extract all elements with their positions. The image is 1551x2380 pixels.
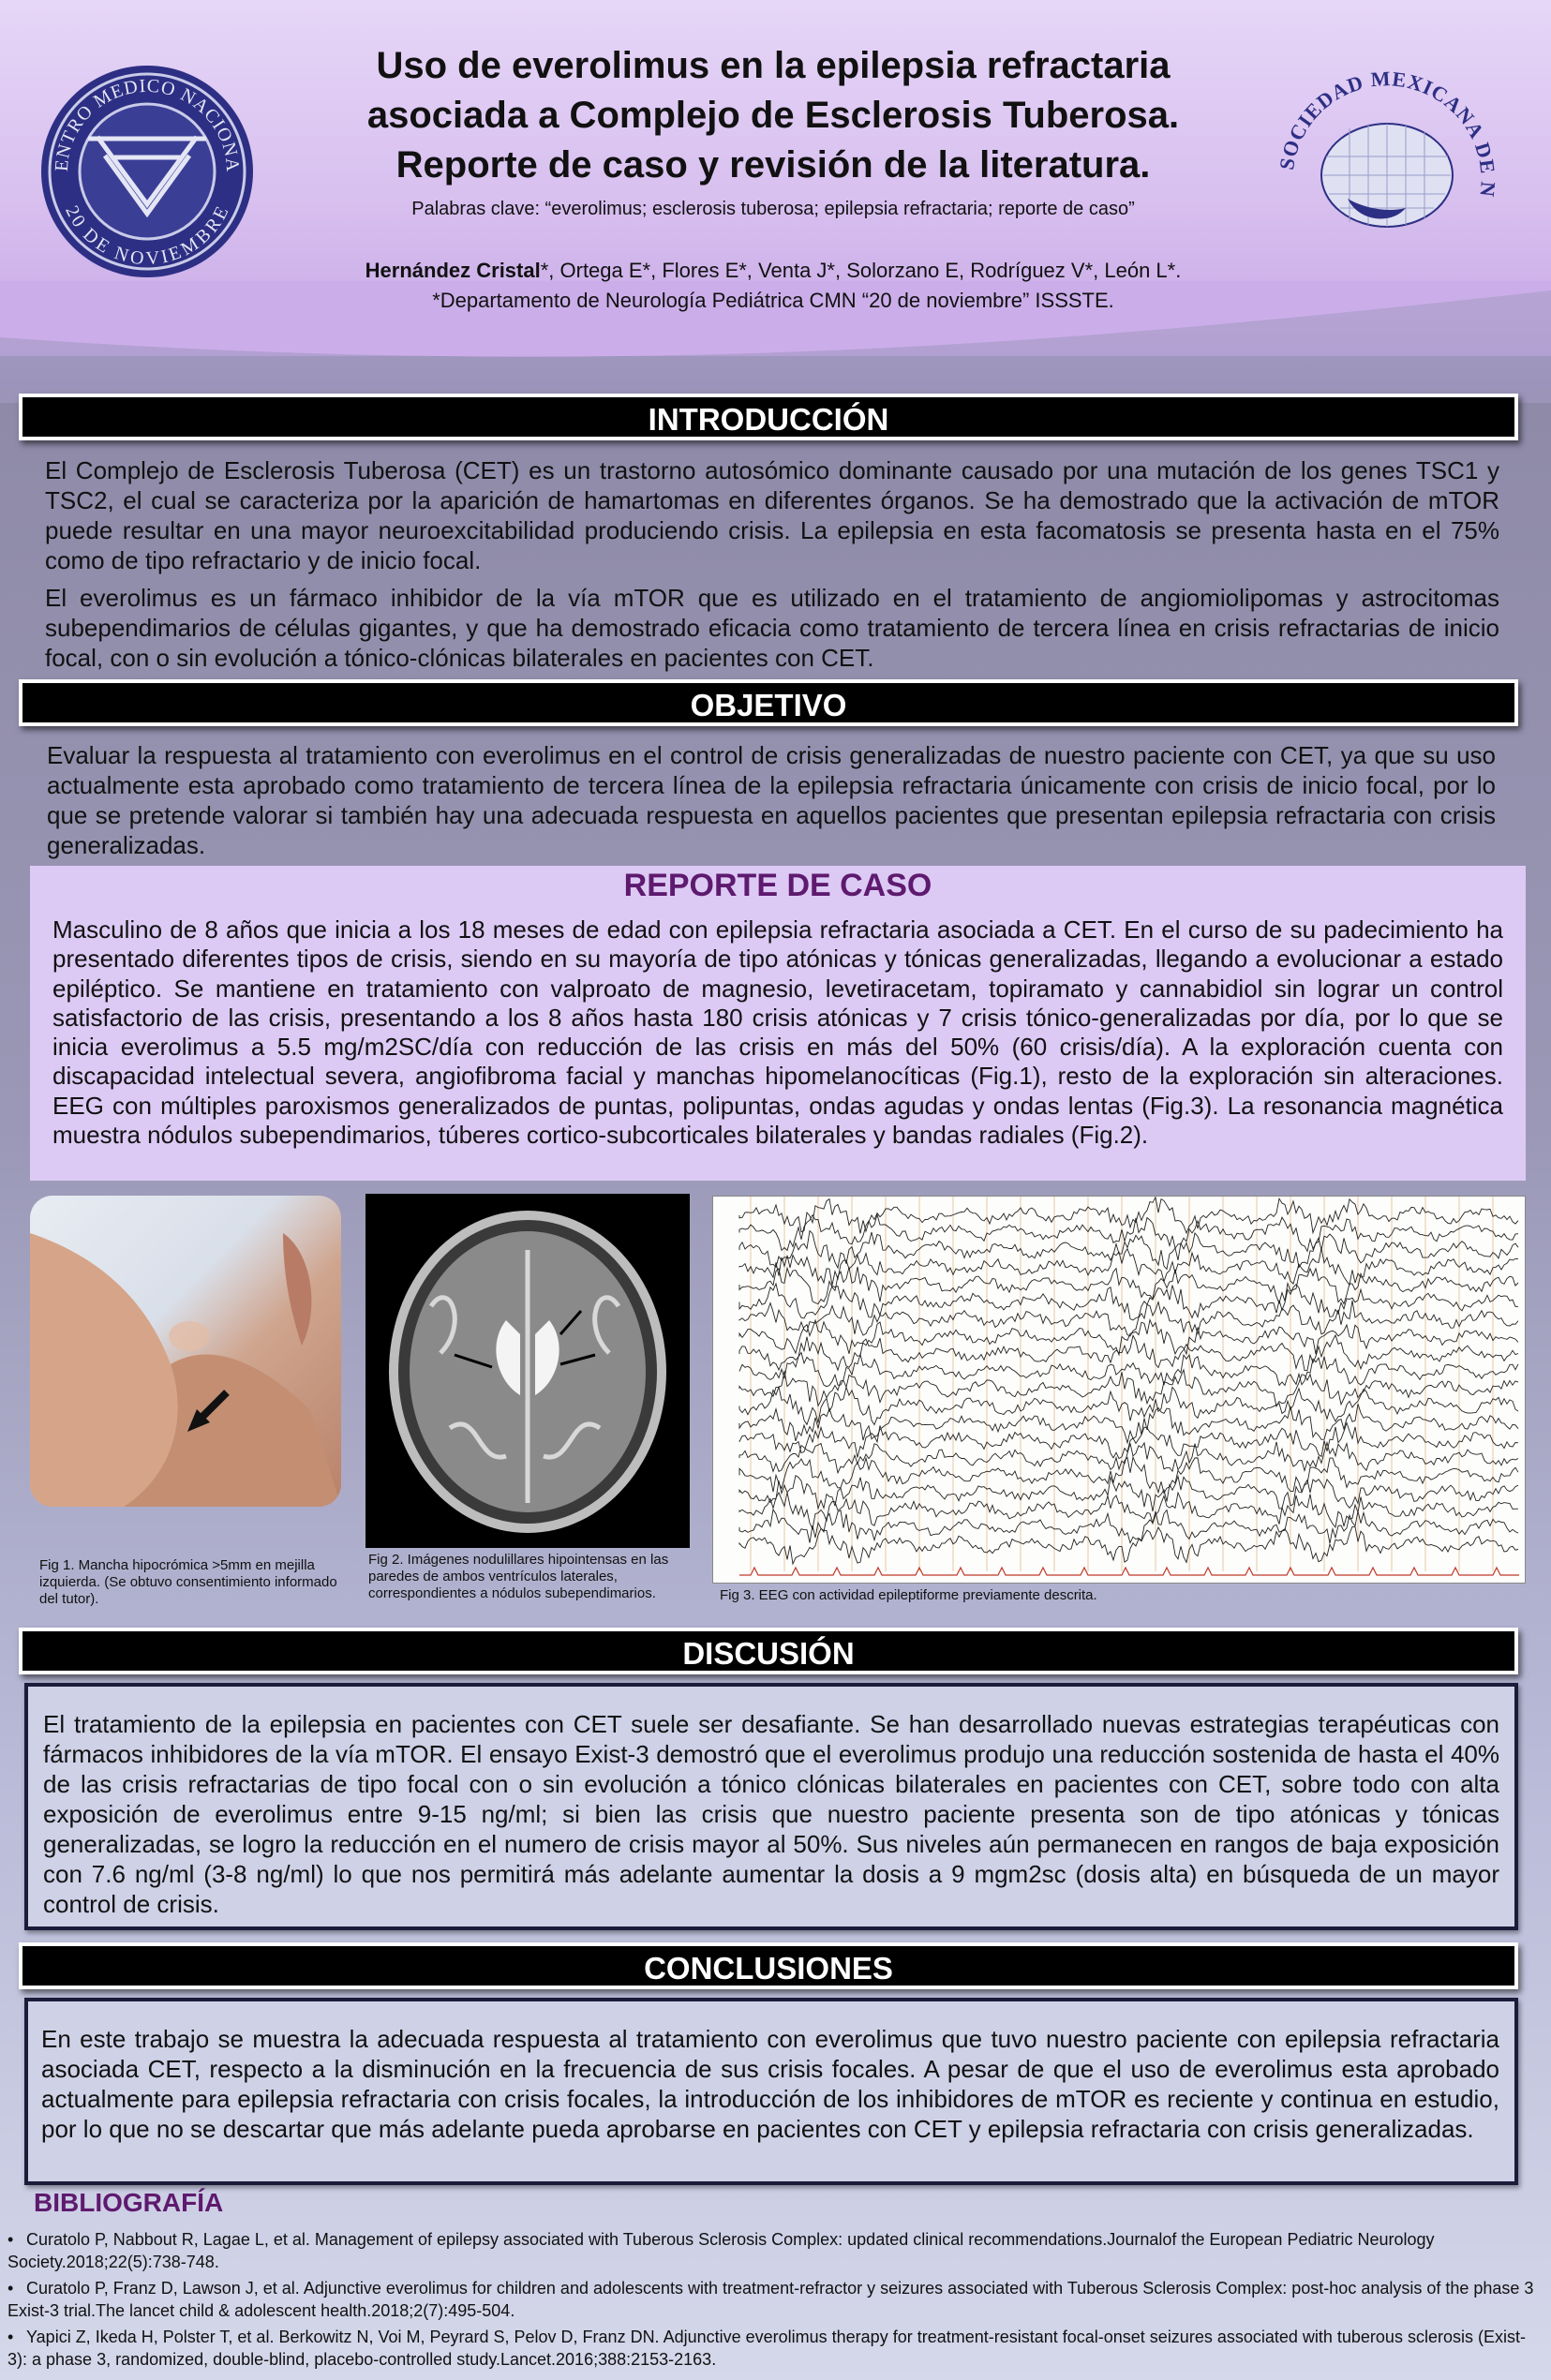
section-heading-discusion: DISCUSIÓN: [19, 1628, 1518, 1674]
cheek-photo-illustration: [30, 1233, 341, 1507]
eeg-channel-trace: [738, 1385, 1519, 1426]
title-line-2: asociada a Complejo de Esclerosis Tubero…: [366, 95, 1180, 136]
discussion-paragraph: El tratamiento de la epilepsia en pacien…: [43, 1710, 1499, 1918]
smnp-logo: SOCIEDAD MEXICANA DE NEUROLOGÍA PEDIÁTRI…: [1265, 58, 1499, 228]
authors-block: Hernández Cristal*, Ortega E*, Flores E*…: [272, 256, 1275, 316]
intro-paragraph-1: El Complejo de Esclerosis Tuberosa (CET)…: [45, 456, 1499, 574]
figure-1-caption: Fig 1. Mancha hipocrómica >5mm en mejill…: [39, 1557, 337, 1607]
figure-3-eeg: [712, 1196, 1526, 1584]
eeg-trace-illustration: [738, 1197, 1519, 1576]
figure-3-caption: Fig 3. EEG con actividad epileptiforme p…: [720, 1587, 1097, 1603]
eeg-marker-trace: [739, 1566, 1519, 1576]
eeg-channel-trace: [738, 1300, 1519, 1337]
eeg-channel-trace: [738, 1455, 1519, 1495]
eeg-channel-trace: [738, 1266, 1519, 1305]
eeg-channel-trace: [738, 1421, 1519, 1460]
eeg-channel-trace: [738, 1333, 1519, 1372]
figure-2-mri: [365, 1194, 690, 1548]
brain-icon: [1320, 123, 1454, 228]
eeg-channel-trace: [738, 1247, 1518, 1287]
eeg-channel-trace: [738, 1491, 1519, 1531]
bibliography-item: • Curatolo P, Franz D, Lawson J, et al. A…: [7, 2279, 1534, 2320]
poster-title: Uso de everolimus en la epilepsia refrac…: [272, 41, 1275, 190]
eeg-channel-trace: [738, 1229, 1519, 1271]
mri-illustration: [389, 1211, 666, 1533]
section-heading-introduccion: INTRODUCCIÓN: [19, 394, 1518, 440]
section-heading-objetivo: OBJETIVO: [19, 679, 1518, 726]
conclusions-paragraph: En este trabajo se muestra la adecuada r…: [41, 2025, 1499, 2143]
affiliation: *Departamento de Neurología Pediátrica C…: [432, 289, 1114, 312]
title-line-1: Uso de everolimus en la epilepsia refrac…: [376, 45, 1171, 86]
section-heading-bibliografia: BIBLIOGRAFÍA: [34, 2188, 224, 2217]
cmn-logo: CENTRO MEDICO NACIONAL 20 DE NOVIEMBRE: [39, 64, 253, 277]
eeg-channel-trace: [738, 1282, 1519, 1321]
figure-1-photo: [30, 1196, 341, 1507]
bibliography-item: • Yapici Z, Ikeda H, Polster T, et al. Be…: [7, 2328, 1526, 2369]
title-line-3: Reporte de caso y revisión de la literat…: [395, 144, 1151, 186]
authors-list: *, Ortega E*, Flores E*, Venta J*, Solor…: [540, 259, 1182, 282]
eeg-channel-trace: [738, 1368, 1519, 1408]
figure-2-caption: Fig 2. Imágenes nodulillares hipointensa…: [368, 1552, 669, 1601]
first-author: Hernández Cristal: [365, 259, 541, 282]
eeg-channel-trace: [738, 1197, 1519, 1235]
section-heading-conclusiones: CONCLUSIONES: [19, 1942, 1518, 1989]
case-paragraph: Masculino de 8 años que inicia a los 18 …: [52, 915, 1503, 1150]
objective-paragraph: Evaluar la respuesta al tratamiento con …: [47, 741, 1496, 859]
discussion-box: El tratamiento de la epilepsia en pacien…: [24, 1683, 1518, 1930]
section-heading-reporte-de-caso: REPORTE DE CASO: [623, 868, 932, 903]
conclusions-box: En este trabajo se muestra la adecuada r…: [24, 1998, 1518, 2185]
intro-paragraph-2: El everolimus es un fármaco inhibidor de…: [45, 584, 1499, 672]
keywords: Palabras clave: “everolimus; esclerosis …: [411, 199, 1135, 219]
bibliography-item: • Curatolo P, Nabbout R, Lagae L, et al. …: [7, 2230, 1435, 2271]
